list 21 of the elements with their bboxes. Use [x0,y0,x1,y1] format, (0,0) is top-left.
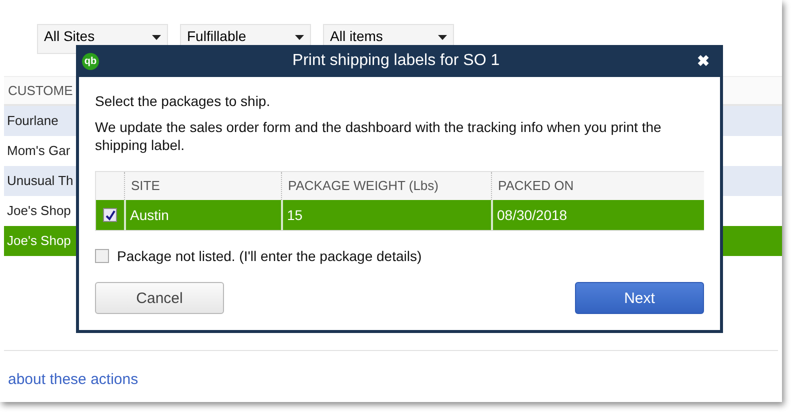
caret-icon [152,35,161,40]
table-header-cell [96,172,124,200]
info-text: We update the sales order form and the dashboard with the tracking info when you print the shipping label. [95,118,662,154]
column-header: SITE [124,172,281,200]
help-link[interactable]: about these actions [8,371,138,388]
checkbox[interactable] [103,208,117,222]
close-button[interactable]: ✖ [693,52,714,70]
next-button[interactable]: Next [575,282,704,314]
dialog-title: Print shipping labels for SO 1 [291,52,501,70]
checkbox[interactable] [95,249,109,263]
column-header: PACKED ON [491,172,704,200]
caret-icon [295,35,304,40]
table-cell: 15 [281,200,491,230]
column-header: PACKAGE WEIGHT (Lbs) [281,172,491,200]
checkbox-label: Package not listed. (I'll enter the package details) [117,248,422,264]
caret-icon [438,35,447,40]
table-cell: 08/30/2018 [491,200,704,230]
table-cell: Austin [124,200,281,230]
instruction-text: Select the packages to ship. [95,93,272,109]
logo-icon: qb [82,52,99,70]
cancel-button[interactable]: Cancel [95,282,224,314]
